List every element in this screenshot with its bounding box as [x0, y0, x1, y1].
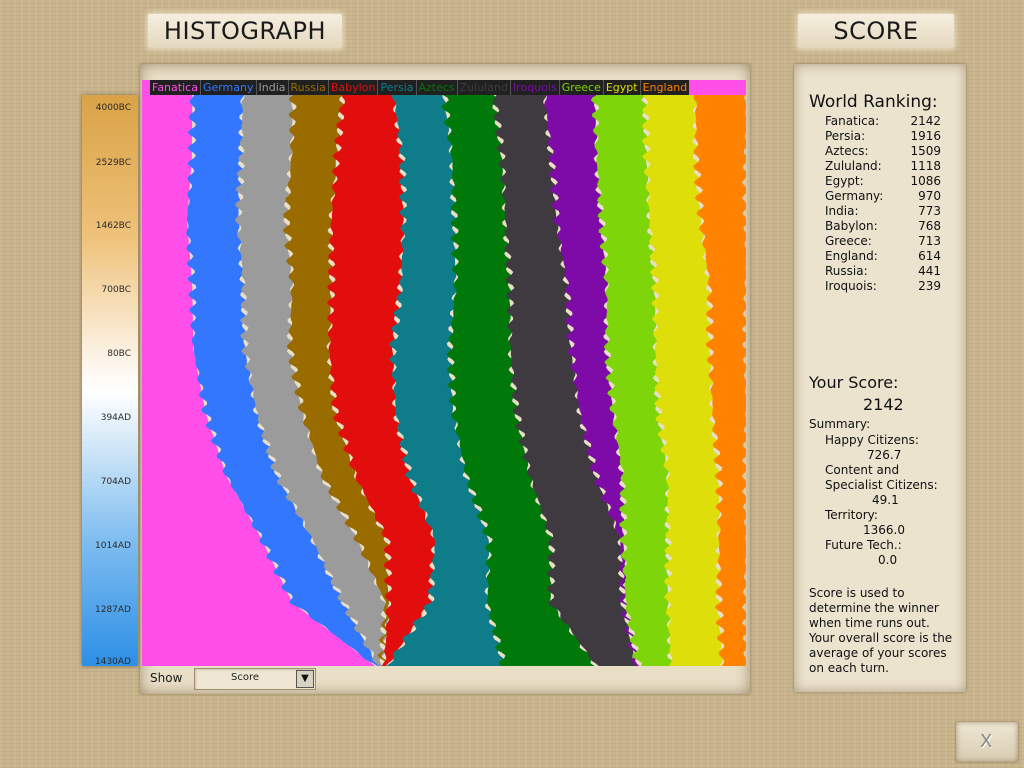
content-label-line1: Content and	[825, 463, 900, 477]
ranking-civ-name: Iroquois:	[825, 279, 877, 293]
timeline-tick-label: 704AD	[100, 477, 131, 487]
ranking-row: Greece: 713	[825, 234, 941, 249]
ranking-row: Babylon: 768	[825, 219, 941, 234]
legend-item-zululand: Zululand	[456, 80, 510, 95]
ranking-row: Germany: 970	[825, 189, 941, 204]
chart-legend: Fanatica Germany India Russia Babylon Persia A…	[150, 80, 690, 95]
ranking-row: Persia: 1916	[825, 129, 941, 144]
world-ranking-list: Fanatica: 2142 Persia: 1916 Aztecs: 1509 Zulul…	[825, 114, 941, 294]
close-icon: X	[980, 731, 993, 752]
ranking-civ-name: Germany:	[825, 189, 884, 203]
timeline-tick-label: 1014AD	[95, 541, 131, 551]
legend-item-aztecs: Aztecs	[415, 80, 457, 95]
ranking-row: Fanatica: 2142	[825, 114, 941, 129]
score-title: SCORE	[798, 14, 954, 48]
ranking-row: England: 614	[825, 249, 941, 264]
timeline-tick-label: 1287AD	[95, 605, 131, 615]
content-value: 49.1	[872, 493, 899, 507]
territory-label: Territory:	[825, 508, 878, 522]
timeline-tick-label: 2529BC	[95, 158, 131, 168]
ranking-row: Russia: 441	[825, 264, 941, 279]
legend-item-egypt: Egypt	[602, 80, 640, 95]
summary-label: Summary:	[809, 417, 871, 431]
happy-citizens-value: 726.7	[867, 448, 902, 462]
legend-item-germany: Germany	[199, 80, 256, 95]
ranking-row: Zululand: 1118	[825, 159, 941, 174]
legend-item-babylon: Babylon	[327, 80, 378, 95]
ranking-civ-name: Egypt:	[825, 174, 864, 188]
ranking-civ-score: 773	[918, 204, 941, 218]
legend-item-india: India	[255, 80, 288, 95]
ranking-civ-score: 1086	[910, 174, 941, 188]
show-dropdown-value: Score	[230, 672, 259, 683]
ranking-civ-name: Zululand:	[825, 159, 882, 173]
ranking-row: Iroquois: 239	[825, 279, 941, 294]
ranking-civ-score: 1916	[910, 129, 941, 143]
timeline-tick-label: 4000BC	[95, 103, 131, 113]
timeline-tick-label: 394AD	[100, 413, 131, 423]
ranking-row: Aztecs: 1509	[825, 144, 941, 159]
ranking-civ-name: Russia:	[825, 264, 868, 278]
show-dropdown[interactable]: Score ▼	[194, 668, 316, 690]
ranking-civ-score: 970	[918, 189, 941, 203]
territory-value: 1366.0	[863, 523, 905, 537]
your-score-value: 2142	[863, 395, 904, 414]
histograph-title: HISTOGRAPH	[148, 14, 342, 48]
ranking-civ-score: 713	[918, 234, 941, 248]
ranking-civ-name: England:	[825, 249, 878, 263]
your-score-heading: Your Score:	[809, 373, 899, 392]
close-button[interactable]: X	[956, 722, 1018, 762]
show-label: Show	[150, 671, 183, 685]
future-tech-label: Future Tech.:	[825, 538, 902, 552]
legend-item-england: England	[639, 80, 690, 95]
content-label-line2: Specialist Citizens:	[825, 478, 938, 492]
ranking-civ-name: Greece:	[825, 234, 872, 248]
score-panel: World Ranking: Fanatica: 2142 Persia: 1916 A…	[794, 64, 966, 692]
happy-citizens-label: Happy Citizens:	[825, 433, 919, 447]
world-ranking-heading: World Ranking:	[809, 92, 938, 112]
ranking-civ-score: 614	[918, 249, 941, 263]
ranking-civ-name: Fanatica:	[825, 114, 880, 128]
ranking-civ-score: 768	[918, 219, 941, 233]
ranking-civ-name: Aztecs:	[825, 144, 869, 158]
ranking-civ-score: 2142	[910, 114, 941, 128]
chevron-down-icon[interactable]: ▼	[296, 670, 314, 688]
legend-item-persia: Persia	[377, 80, 416, 95]
timeline-tick-label: 80BC	[107, 349, 131, 359]
ranking-civ-score: 441	[918, 264, 941, 278]
ranking-civ-score: 1509	[910, 144, 941, 158]
ranking-civ-name: Babylon:	[825, 219, 878, 233]
ranking-row: Egypt: 1086	[825, 174, 941, 189]
ranking-civ-score: 239	[918, 279, 941, 293]
future-tech-value: 0.0	[878, 553, 898, 567]
timeline-axis: 4000BC 2529BC 1462BC 700BC 80BC 394AD 704AD 101…	[82, 95, 138, 667]
legend-item-fanatica: Fanatica	[150, 80, 200, 95]
legend-item-greece: Greece	[558, 80, 603, 95]
ranking-row: India: 773	[825, 204, 941, 219]
timeline-tick-label: 700BC	[101, 285, 131, 295]
ranking-civ-name: India:	[825, 204, 859, 218]
score-note: Score is used to determine the winner wh…	[809, 586, 953, 675]
timeline-tick-label: 1462BC	[95, 221, 131, 231]
timeline-tick-label: 1430AD	[95, 657, 131, 667]
legend-item-iroquois: Iroquois	[509, 80, 559, 95]
histograph-chart	[142, 80, 746, 666]
ranking-civ-name: Persia:	[825, 129, 866, 143]
legend-item-russia: Russia	[287, 80, 328, 95]
ranking-civ-score: 1118	[910, 159, 941, 173]
